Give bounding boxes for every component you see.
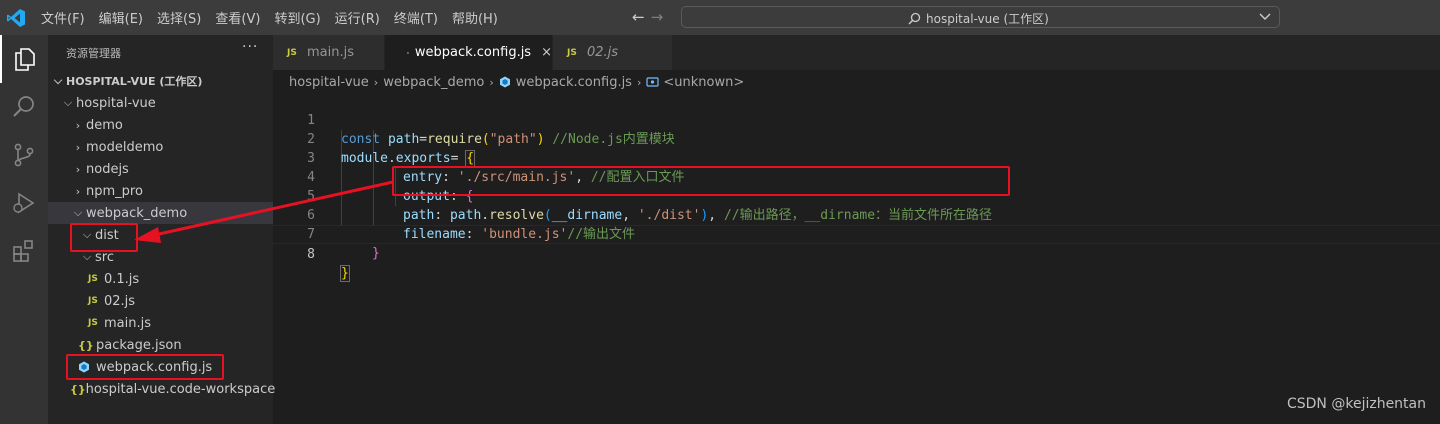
annotation-arrow-icon	[134, 180, 394, 243]
watermark: CSDN @kejizhentan	[1286, 396, 1426, 412]
